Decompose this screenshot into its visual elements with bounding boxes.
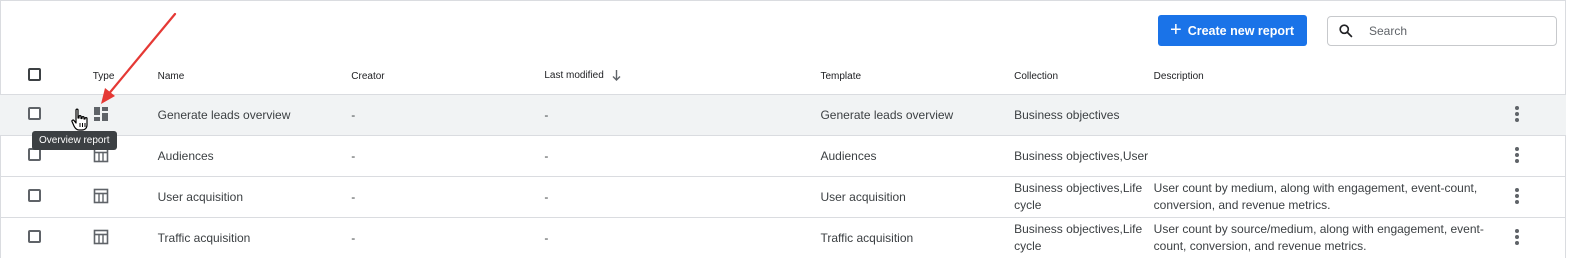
annotation-arrow-icon xyxy=(101,12,177,104)
header-creator[interactable]: Creator xyxy=(351,58,544,95)
more-options-icon[interactable] xyxy=(1515,186,1520,206)
hand-cursor-icon xyxy=(71,108,88,131)
toolbar: + Create new report xyxy=(1158,15,1557,46)
search-input[interactable] xyxy=(1367,22,1541,39)
header-description[interactable]: Description xyxy=(1154,58,1507,95)
header-name[interactable]: Name xyxy=(158,58,352,95)
reports-table: Type Name Creator Last modified Template… xyxy=(0,58,1566,259)
sort-descending-icon[interactable] xyxy=(612,70,621,82)
row-description xyxy=(1153,135,1508,177)
more-options-icon[interactable] xyxy=(1515,227,1520,247)
row-creator: - xyxy=(351,94,545,136)
row-template: User acquisition xyxy=(820,176,1015,218)
row-creator: - xyxy=(351,176,545,218)
row-collection: Business objectives xyxy=(1014,94,1154,136)
header-template[interactable]: Template xyxy=(820,58,1014,95)
row-description xyxy=(1153,94,1508,136)
row-checkbox[interactable] xyxy=(28,230,41,244)
table-row[interactable]: Audiences - - Audiences Business objecti… xyxy=(0,135,1566,177)
search-icon xyxy=(1339,24,1353,38)
row-last-modified: - xyxy=(544,217,821,259)
row-collection: Business objectives,User xyxy=(1014,135,1154,177)
table-row[interactable]: Traffic acquisition - - Traffic acquisit… xyxy=(0,217,1566,259)
create-new-report-button[interactable]: + Create new report xyxy=(1158,15,1307,46)
row-checkbox[interactable] xyxy=(28,189,41,202)
more-options-icon[interactable] xyxy=(1515,145,1520,165)
row-template: Audiences xyxy=(820,135,1015,177)
row-name[interactable]: User acquisition xyxy=(157,176,352,218)
select-all-checkbox[interactable] xyxy=(28,68,41,81)
row-last-modified: - xyxy=(544,135,821,177)
row-template: Traffic acquisition xyxy=(820,217,1015,259)
row-creator: - xyxy=(351,135,545,177)
detail-report-icon[interactable] xyxy=(93,188,109,204)
header-last-modified-label: Last modified xyxy=(544,70,604,82)
header-collection[interactable]: Collection xyxy=(1014,58,1154,95)
detail-report-icon[interactable] xyxy=(93,229,109,245)
type-tooltip: Overview report xyxy=(32,131,117,150)
row-collection: Business objectives,Life cycle xyxy=(1014,217,1154,259)
row-name[interactable]: Generate leads overview xyxy=(157,94,352,136)
row-last-modified: - xyxy=(544,176,821,218)
row-name[interactable]: Traffic acquisition xyxy=(157,217,352,259)
row-creator: - xyxy=(351,217,545,259)
create-new-report-label: Create new report xyxy=(1187,23,1294,38)
search-box[interactable] xyxy=(1327,15,1557,46)
row-template: Generate leads overview xyxy=(820,94,1015,136)
row-checkbox[interactable] xyxy=(28,107,41,120)
row-collection: Business objectives,Life cycle xyxy=(1014,176,1154,218)
more-options-icon[interactable] xyxy=(1515,104,1520,124)
table-row[interactable]: User acquisition - - User acquisition Bu… xyxy=(0,176,1566,218)
row-description: User count by medium, along with engagem… xyxy=(1153,176,1508,218)
row-name[interactable]: Audiences xyxy=(157,135,352,177)
table-header-row: Type Name Creator Last modified Template… xyxy=(0,58,1566,95)
header-last-modified[interactable]: Last modified xyxy=(544,58,820,95)
table-row[interactable]: Generate leads overview - - Generate lea… xyxy=(0,94,1566,136)
row-description: User count by source/medium, along with … xyxy=(1153,217,1508,259)
row-last-modified: - xyxy=(544,94,821,136)
plus-icon: + xyxy=(1170,18,1182,41)
